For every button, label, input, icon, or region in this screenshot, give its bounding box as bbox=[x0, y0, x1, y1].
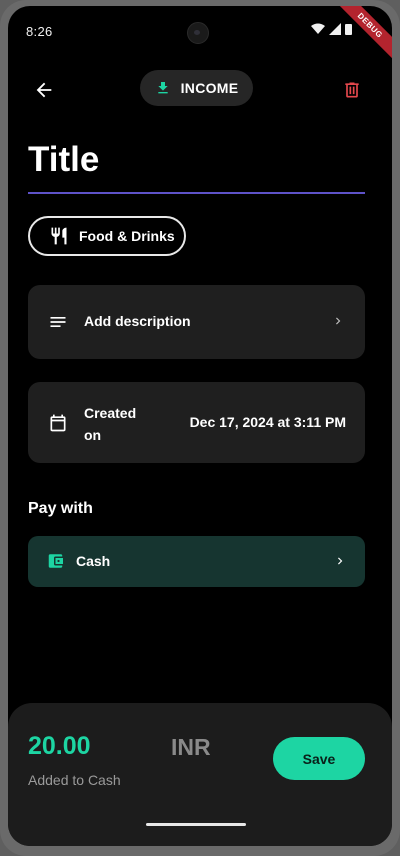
description-row[interactable]: Add description bbox=[28, 285, 365, 359]
created-date-row: Created on Dec 17, 2024 at 3:11 PM bbox=[28, 382, 365, 463]
restaurant-icon bbox=[51, 227, 67, 245]
wifi-icon bbox=[311, 23, 325, 34]
description-label: Add description bbox=[84, 313, 191, 329]
created-date-value[interactable]: Dec 17, 2024 at 3:11 PM bbox=[190, 414, 346, 430]
front-camera bbox=[187, 22, 209, 44]
device-frame: 8:26 DEBUG INCOME Title Food & Drinks Ad… bbox=[0, 0, 400, 856]
category-label: Food & Drinks bbox=[79, 228, 175, 244]
created-label: Created on bbox=[84, 405, 137, 443]
payment-method-label: Cash bbox=[76, 553, 111, 569]
wallet-icon bbox=[48, 554, 63, 568]
system-icons bbox=[311, 23, 352, 35]
transaction-type-toggle[interactable]: INCOME bbox=[140, 70, 253, 106]
amount-value[interactable]: 20.00 bbox=[28, 732, 91, 761]
battery-icon bbox=[345, 24, 352, 35]
title-field-value: Title bbox=[28, 140, 100, 179]
download-icon bbox=[157, 82, 168, 94]
title-field[interactable]: Title bbox=[28, 134, 365, 194]
home-indicator[interactable] bbox=[146, 823, 246, 826]
chevron-right-icon bbox=[338, 557, 343, 565]
back-button[interactable] bbox=[28, 74, 60, 106]
notes-icon bbox=[50, 317, 66, 327]
app-screen: 8:26 DEBUG INCOME Title Food & Drinks Ad… bbox=[8, 6, 392, 846]
signal-icon bbox=[329, 23, 341, 35]
pay-with-heading: Pay with bbox=[28, 500, 93, 517]
debug-banner: DEBUG bbox=[330, 6, 392, 65]
calendar-icon bbox=[50, 414, 66, 432]
status-bar: 8:26 DEBUG bbox=[8, 6, 392, 65]
chevron-right-icon bbox=[336, 317, 341, 325]
arrow-back-icon bbox=[36, 82, 52, 98]
added-to-label: Added to Cash bbox=[28, 772, 121, 788]
trash-icon bbox=[345, 82, 359, 98]
delete-button[interactable] bbox=[336, 74, 368, 106]
save-button[interactable]: Save bbox=[273, 737, 365, 780]
status-time: 8:26 bbox=[26, 24, 53, 39]
payment-method-selector[interactable]: Cash bbox=[28, 536, 365, 587]
currency-label[interactable]: INR bbox=[171, 734, 211, 761]
transaction-type-label: INCOME bbox=[180, 80, 239, 96]
category-chip[interactable]: Food & Drinks bbox=[28, 216, 186, 256]
amount-summary-panel: 20.00 INR Added to Cash Save bbox=[8, 703, 392, 846]
